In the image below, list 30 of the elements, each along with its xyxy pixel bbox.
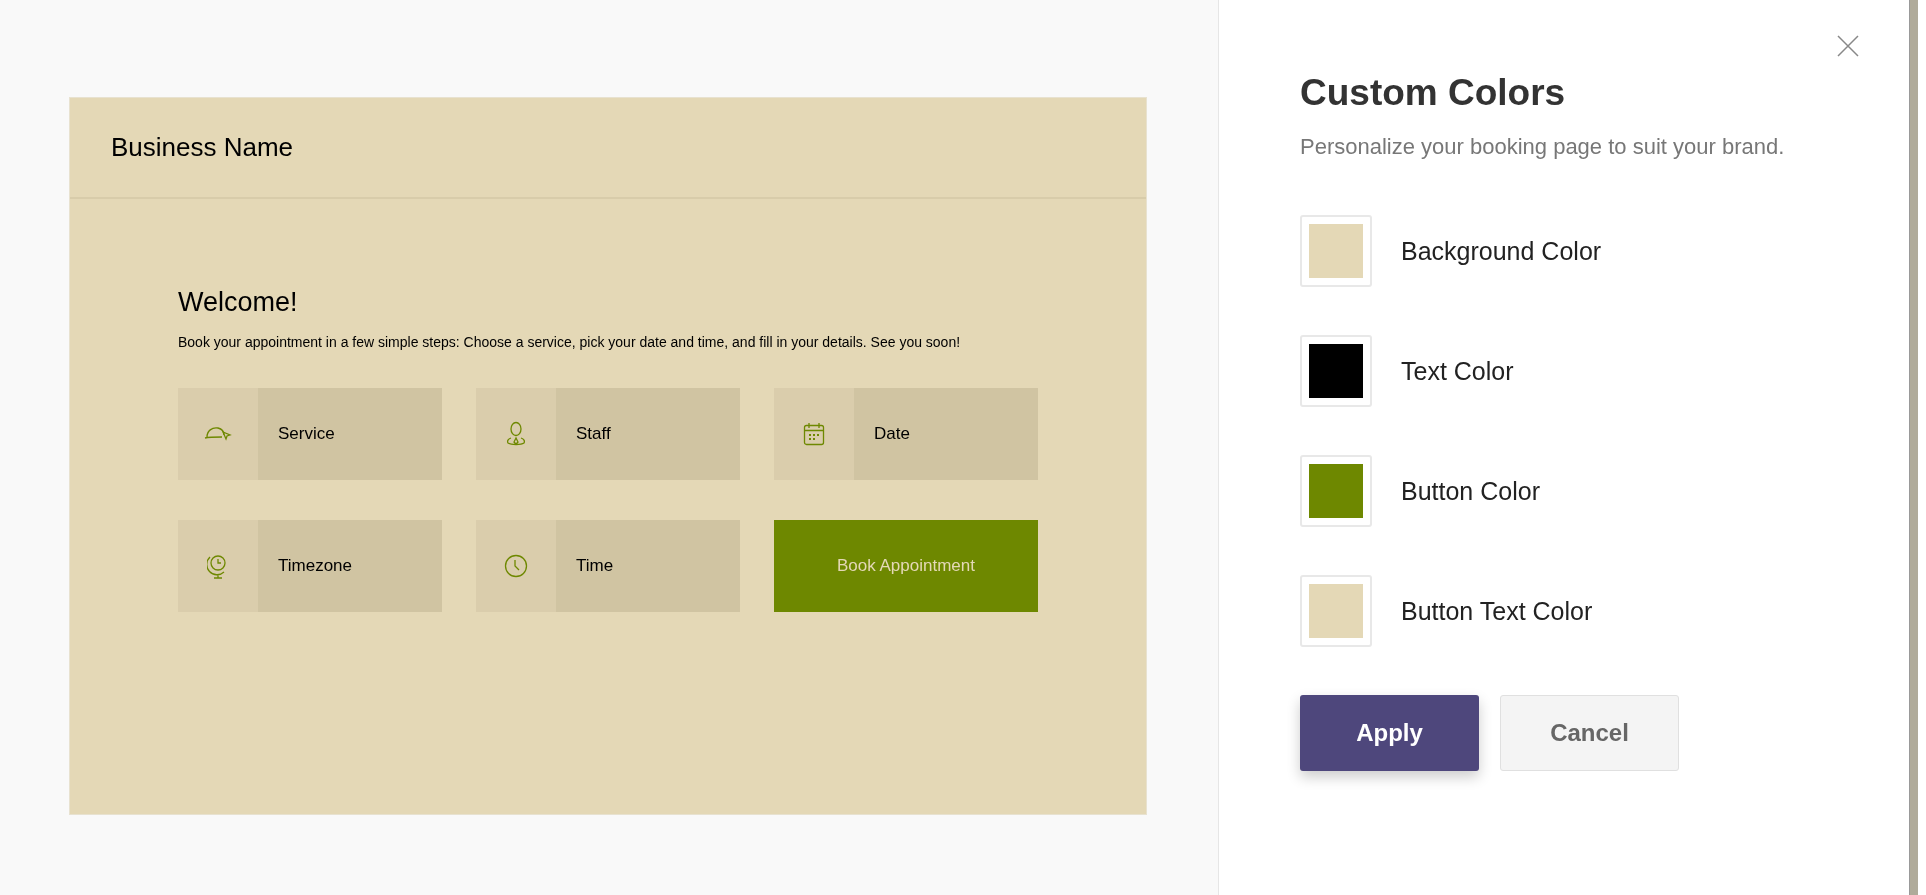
color-swatch[interactable] <box>1300 455 1372 527</box>
panel-subtitle: Personalize your booking page to suit your brand. <box>1300 134 1786 160</box>
apply-button[interactable]: Apply <box>1300 695 1479 771</box>
color-label: Text Color <box>1401 356 1514 386</box>
color-label: Background Color <box>1401 236 1602 266</box>
color-label: Button Color <box>1401 476 1540 506</box>
tile-label: Service <box>277 424 335 444</box>
color-swatch[interactable] <box>1300 575 1372 647</box>
close-icon[interactable] <box>1837 35 1859 57</box>
option-tile[interactable]: Timezone <box>178 520 442 612</box>
clock-icon <box>504 554 528 578</box>
welcome-description: Book your appointment in a few simple steps: Choose a service, pick your date and time, and fill in your details. See you soon! <box>178 334 962 350</box>
color-label: Button Text Color <box>1401 596 1593 626</box>
tile-label: Date <box>873 424 910 444</box>
welcome-heading: Welcome! <box>178 287 299 318</box>
cancel-button[interactable]: Cancel <box>1500 695 1679 771</box>
option-tile[interactable]: Service <box>178 388 442 480</box>
calendar-icon <box>803 422 825 446</box>
option-tile[interactable]: Date <box>774 388 1038 480</box>
tile-label: Time <box>575 556 614 576</box>
color-swatch[interactable] <box>1300 335 1372 407</box>
panel-title: Custom Colors <box>1300 72 1567 114</box>
option-tile[interactable]: Time <box>476 520 740 612</box>
color-swatch[interactable] <box>1300 215 1372 287</box>
option-tile[interactable]: Staff <box>476 388 740 480</box>
person-icon <box>505 421 527 447</box>
globe-clock-icon <box>207 552 229 580</box>
tile-label: Staff <box>575 424 611 444</box>
business-name: Business Name <box>111 132 294 163</box>
tile-label: Timezone <box>277 556 352 576</box>
